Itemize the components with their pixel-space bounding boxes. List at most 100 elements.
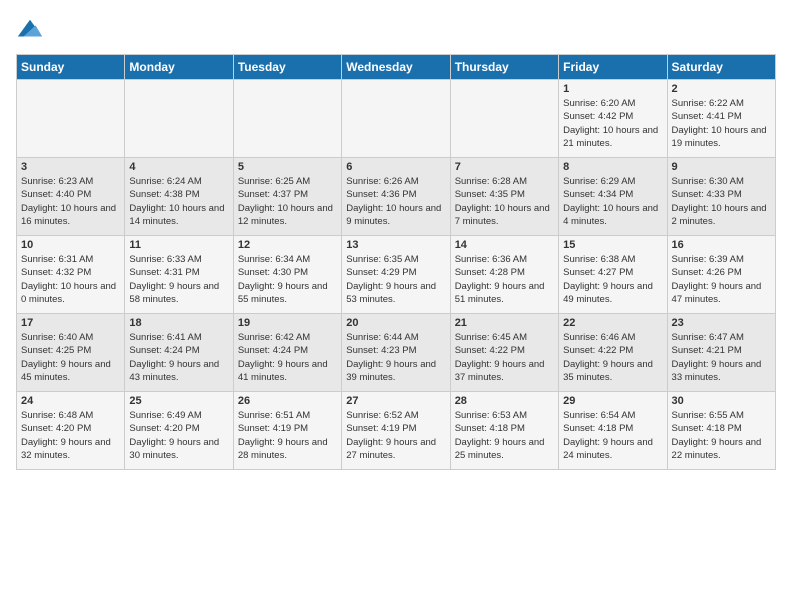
calendar-cell: 30 Sunrise: 6:55 AM Sunset: 4:18 PM Dayli… xyxy=(667,392,775,470)
calendar-cell: 26Sunrise: 6:51 AM Sunset: 4:19 PM Dayli… xyxy=(233,392,341,470)
day-number: 27 xyxy=(346,395,445,407)
week-row-4: 17 Sunrise: 6:40 AM Sunset: 4:25 PM Dayli… xyxy=(17,314,776,392)
calendar-cell: 10 Sunrise: 6:31 AM Sunset: 4:32 PM Dayli… xyxy=(17,236,125,314)
header xyxy=(16,16,776,44)
day-number: 12 xyxy=(238,239,337,251)
day-info: Sunrise: 6:35 AM Sunset: 4:29 PM Dayligh… xyxy=(346,253,445,306)
header-row: SundayMondayTuesdayWednesdayThursdayFrid… xyxy=(17,55,776,80)
day-number: 17 xyxy=(21,317,120,329)
day-number: 25 xyxy=(129,395,228,407)
day-info: Sunrise: 6:24 AM Sunset: 4:38 PM Dayligh… xyxy=(129,175,228,228)
day-info: Sunrise: 6:36 AM Sunset: 4:28 PM Dayligh… xyxy=(455,253,554,306)
day-info: Sunrise: 6:47 AM Sunset: 4:21 PM Dayligh… xyxy=(672,331,771,384)
day-info: Sunrise: 6:29 AM Sunset: 4:34 PM Dayligh… xyxy=(563,175,662,228)
day-number: 13 xyxy=(346,239,445,251)
calendar-cell: 15 Sunrise: 6:38 AM Sunset: 4:27 PM Dayli… xyxy=(559,236,667,314)
calendar-cell: 14 Sunrise: 6:36 AM Sunset: 4:28 PM Dayli… xyxy=(450,236,558,314)
calendar-cell: 9 Sunrise: 6:30 AM Sunset: 4:33 PM Daylig… xyxy=(667,158,775,236)
day-info: Sunrise: 6:54 AM Sunset: 4:18 PM Dayligh… xyxy=(563,409,662,462)
calendar-cell: 7Sunrise: 6:28 AM Sunset: 4:35 PM Daylig… xyxy=(450,158,558,236)
day-info: Sunrise: 6:23 AM Sunset: 4:40 PM Dayligh… xyxy=(21,175,120,228)
day-number: 9 xyxy=(672,161,771,173)
calendar-cell: 1 Sunrise: 6:20 AM Sunset: 4:42 PM Daylig… xyxy=(559,80,667,158)
calendar-cell: 25 Sunrise: 6:49 AM Sunset: 4:20 PM Dayli… xyxy=(125,392,233,470)
day-info: Sunrise: 6:45 AM Sunset: 4:22 PM Dayligh… xyxy=(455,331,554,384)
calendar-cell xyxy=(125,80,233,158)
day-info: Sunrise: 6:20 AM Sunset: 4:42 PM Dayligh… xyxy=(563,97,662,150)
header-cell-monday: Monday xyxy=(125,55,233,80)
calendar-cell: 23 Sunrise: 6:47 AM Sunset: 4:21 PM Dayli… xyxy=(667,314,775,392)
day-info: Sunrise: 6:30 AM Sunset: 4:33 PM Dayligh… xyxy=(672,175,771,228)
day-number: 28 xyxy=(455,395,554,407)
day-number: 23 xyxy=(672,317,771,329)
day-info: Sunrise: 6:53 AM Sunset: 4:18 PM Dayligh… xyxy=(455,409,554,462)
day-info: Sunrise: 6:55 AM Sunset: 4:18 PM Dayligh… xyxy=(672,409,771,462)
day-info: Sunrise: 6:42 AM Sunset: 4:24 PM Dayligh… xyxy=(238,331,337,384)
day-info: Sunrise: 6:52 AM Sunset: 4:19 PM Dayligh… xyxy=(346,409,445,462)
day-number: 5 xyxy=(238,161,337,173)
day-info: Sunrise: 6:49 AM Sunset: 4:20 PM Dayligh… xyxy=(129,409,228,462)
day-number: 29 xyxy=(563,395,662,407)
logo xyxy=(16,16,46,44)
day-number: 8 xyxy=(563,161,662,173)
day-info: Sunrise: 6:46 AM Sunset: 4:22 PM Dayligh… xyxy=(563,331,662,384)
day-number: 22 xyxy=(563,317,662,329)
week-row-2: 3 Sunrise: 6:23 AM Sunset: 4:40 PM Daylig… xyxy=(17,158,776,236)
day-number: 30 xyxy=(672,395,771,407)
page: SundayMondayTuesdayWednesdayThursdayFrid… xyxy=(0,0,792,612)
calendar-cell: 28 Sunrise: 6:53 AM Sunset: 4:18 PM Dayli… xyxy=(450,392,558,470)
day-number: 7 xyxy=(455,161,554,173)
calendar-cell: 20Sunrise: 6:44 AM Sunset: 4:23 PM Dayli… xyxy=(342,314,450,392)
day-number: 15 xyxy=(563,239,662,251)
header-cell-wednesday: Wednesday xyxy=(342,55,450,80)
day-info: Sunrise: 6:33 AM Sunset: 4:31 PM Dayligh… xyxy=(129,253,228,306)
calendar-cell: 18 Sunrise: 6:41 AM Sunset: 4:24 PM Dayli… xyxy=(125,314,233,392)
day-info: Sunrise: 6:31 AM Sunset: 4:32 PM Dayligh… xyxy=(21,253,120,306)
week-row-1: 1 Sunrise: 6:20 AM Sunset: 4:42 PM Daylig… xyxy=(17,80,776,158)
calendar-cell: 17 Sunrise: 6:40 AM Sunset: 4:25 PM Dayli… xyxy=(17,314,125,392)
calendar-cell: 16Sunrise: 6:39 AM Sunset: 4:26 PM Dayli… xyxy=(667,236,775,314)
day-number: 3 xyxy=(21,161,120,173)
calendar-cell: 21Sunrise: 6:45 AM Sunset: 4:22 PM Dayli… xyxy=(450,314,558,392)
day-info: Sunrise: 6:26 AM Sunset: 4:36 PM Dayligh… xyxy=(346,175,445,228)
day-number: 10 xyxy=(21,239,120,251)
calendar-cell: 8 Sunrise: 6:29 AM Sunset: 4:34 PM Daylig… xyxy=(559,158,667,236)
week-row-5: 24 Sunrise: 6:48 AM Sunset: 4:20 PM Dayli… xyxy=(17,392,776,470)
day-number: 26 xyxy=(238,395,337,407)
day-info: Sunrise: 6:48 AM Sunset: 4:20 PM Dayligh… xyxy=(21,409,120,462)
day-info: Sunrise: 6:38 AM Sunset: 4:27 PM Dayligh… xyxy=(563,253,662,306)
calendar-cell: 2Sunrise: 6:22 AM Sunset: 4:41 PM Daylig… xyxy=(667,80,775,158)
calendar-cell xyxy=(233,80,341,158)
calendar-cell xyxy=(17,80,125,158)
calendar-cell: 12 Sunrise: 6:34 AM Sunset: 4:30 PM Dayli… xyxy=(233,236,341,314)
day-number: 16 xyxy=(672,239,771,251)
calendar-cell: 3 Sunrise: 6:23 AM Sunset: 4:40 PM Daylig… xyxy=(17,158,125,236)
logo-icon xyxy=(16,16,44,44)
calendar-cell: 6 Sunrise: 6:26 AM Sunset: 4:36 PM Daylig… xyxy=(342,158,450,236)
calendar-cell xyxy=(342,80,450,158)
calendar-cell: 5 Sunrise: 6:25 AM Sunset: 4:37 PM Daylig… xyxy=(233,158,341,236)
day-info: Sunrise: 6:34 AM Sunset: 4:30 PM Dayligh… xyxy=(238,253,337,306)
header-cell-tuesday: Tuesday xyxy=(233,55,341,80)
calendar-cell: 29 Sunrise: 6:54 AM Sunset: 4:18 PM Dayli… xyxy=(559,392,667,470)
day-info: Sunrise: 6:25 AM Sunset: 4:37 PM Dayligh… xyxy=(238,175,337,228)
day-info: Sunrise: 6:40 AM Sunset: 4:25 PM Dayligh… xyxy=(21,331,120,384)
day-number: 14 xyxy=(455,239,554,251)
calendar-cell: 4Sunrise: 6:24 AM Sunset: 4:38 PM Daylig… xyxy=(125,158,233,236)
week-row-3: 10 Sunrise: 6:31 AM Sunset: 4:32 PM Dayli… xyxy=(17,236,776,314)
calendar-cell xyxy=(450,80,558,158)
day-info: Sunrise: 6:44 AM Sunset: 4:23 PM Dayligh… xyxy=(346,331,445,384)
day-number: 24 xyxy=(21,395,120,407)
calendar-cell: 22 Sunrise: 6:46 AM Sunset: 4:22 PM Dayli… xyxy=(559,314,667,392)
day-number: 19 xyxy=(238,317,337,329)
day-number: 18 xyxy=(129,317,228,329)
calendar-table: SundayMondayTuesdayWednesdayThursdayFrid… xyxy=(16,54,776,470)
header-cell-sunday: Sunday xyxy=(17,55,125,80)
calendar-cell: 27 Sunrise: 6:52 AM Sunset: 4:19 PM Dayli… xyxy=(342,392,450,470)
header-cell-saturday: Saturday xyxy=(667,55,775,80)
day-number: 1 xyxy=(563,83,662,95)
calendar-cell: 19 Sunrise: 6:42 AM Sunset: 4:24 PM Dayli… xyxy=(233,314,341,392)
day-number: 11 xyxy=(129,239,228,251)
day-info: Sunrise: 6:41 AM Sunset: 4:24 PM Dayligh… xyxy=(129,331,228,384)
day-number: 6 xyxy=(346,161,445,173)
